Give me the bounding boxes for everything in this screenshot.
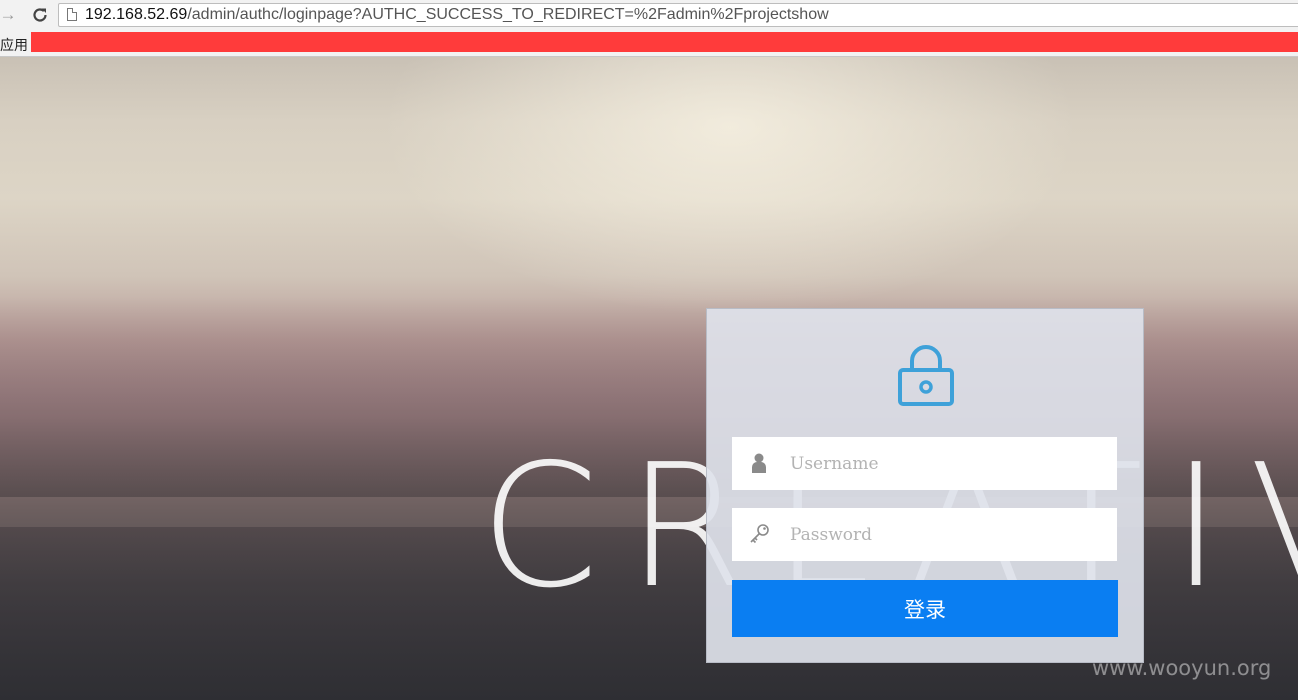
user-icon <box>752 453 766 473</box>
apps-bookmark[interactable]: 应用 <box>0 35 28 55</box>
watermark: www.wooyun.org <box>1092 656 1272 680</box>
url-host: 192.168.52.69 <box>85 6 188 23</box>
forward-arrow-icon[interactable]: → <box>0 5 18 25</box>
login-button[interactable]: 登录 <box>732 580 1118 637</box>
lock-icon <box>898 345 954 406</box>
page-icon <box>67 8 77 21</box>
username-field <box>732 437 1117 490</box>
redaction-bar <box>31 32 1298 52</box>
reload-icon[interactable] <box>30 5 50 25</box>
address-bar[interactable]: 192.168.52.69/admin/authc/loginpage?AUTH… <box>58 3 1298 27</box>
background-sky <box>380 57 1080 317</box>
key-icon <box>750 524 769 544</box>
username-input[interactable] <box>790 437 1110 490</box>
browser-toolbar: → 192.168.52.69/admin/authc/loginpage?AU… <box>0 0 1298 32</box>
bookmarks-bar: 应用 <box>0 32 1298 57</box>
password-input[interactable] <box>790 508 1110 561</box>
login-panel: 登录 <box>706 308 1144 663</box>
password-field <box>732 508 1117 561</box>
url-text[interactable]: 192.168.52.69/admin/authc/loginpage?AUTH… <box>85 6 829 24</box>
url-path: /admin/authc/loginpage?AUTHC_SUCCESS_TO_… <box>187 6 829 23</box>
